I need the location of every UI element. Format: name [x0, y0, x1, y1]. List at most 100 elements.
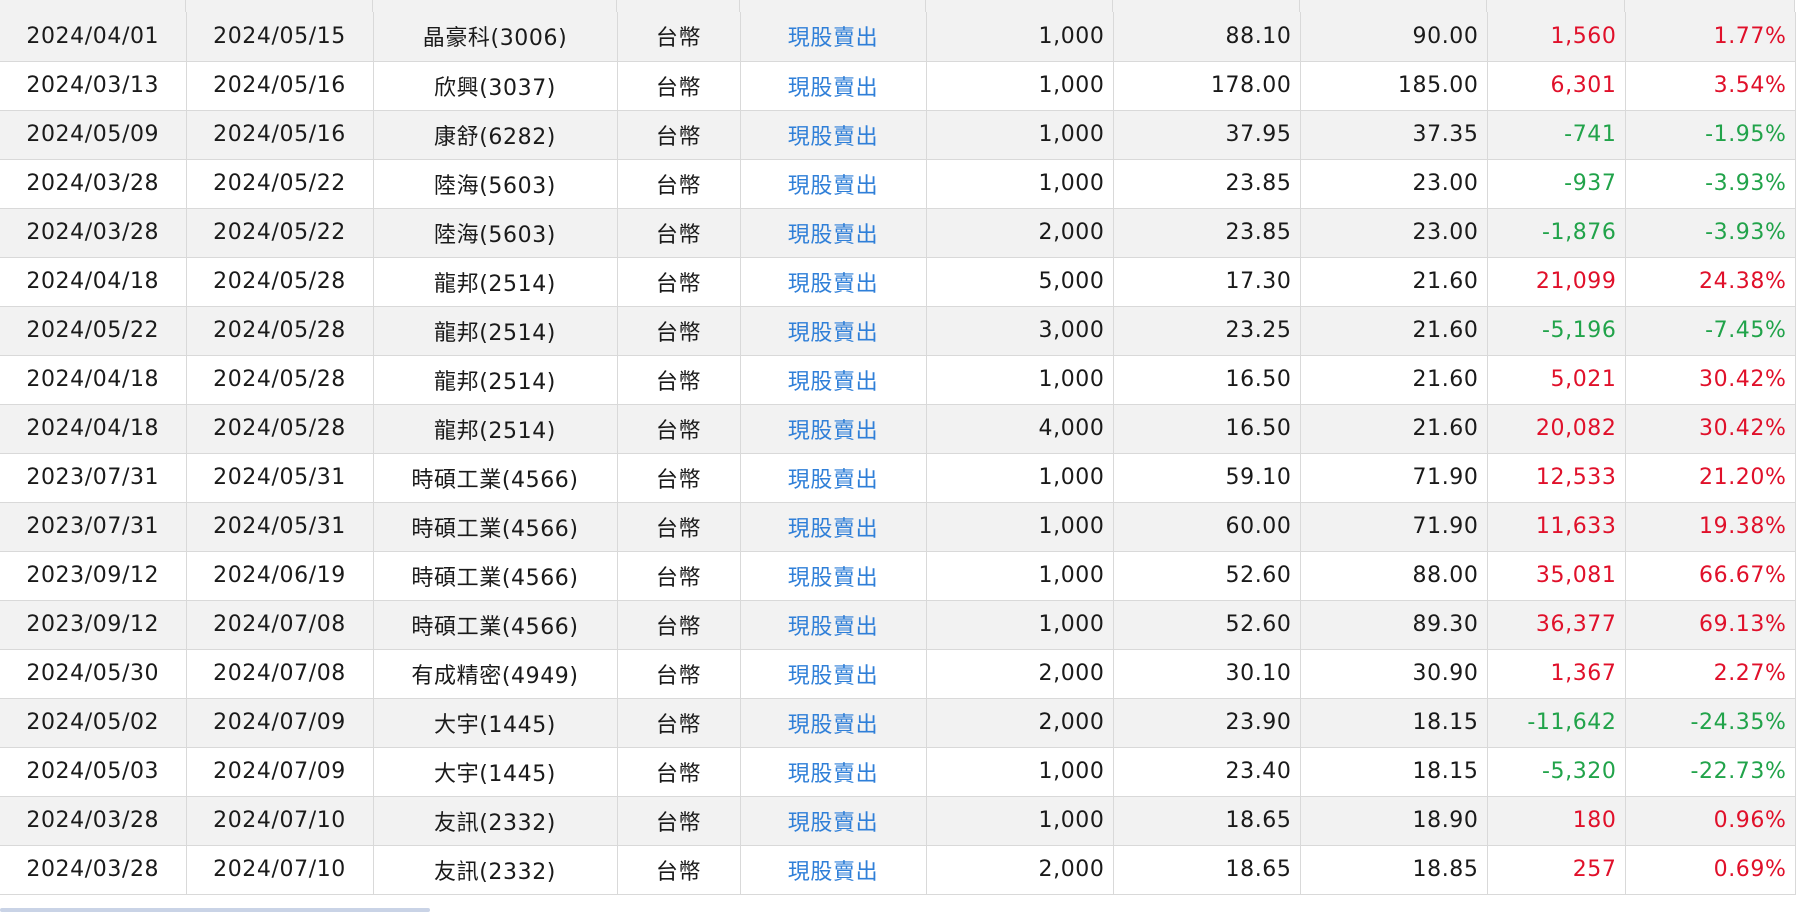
buy-price-cell: 23.25 [1113, 306, 1301, 356]
sell-date-cell: 2024/05/31 [186, 502, 374, 552]
shares-cell: 5,000 [926, 257, 1114, 307]
trade-type-link[interactable]: 現股賣出 [740, 257, 927, 307]
table-row[interactable]: 2024/04/01 2024/05/15 晶豪科(3006) 台幣 現股賣出 1,000… [0, 12, 1796, 62]
pnl-cell: 257 [1487, 845, 1626, 895]
stock-name-cell: 時碩工業(4566) [373, 453, 618, 503]
pnl-cell: 35,081 [1487, 551, 1626, 601]
table-row[interactable]: 2024/03/28 2024/07/10 友訊(2332) 台幣 現股賣出 1,000 1… [0, 796, 1796, 846]
trade-type-link[interactable]: 現股賣出 [740, 649, 927, 699]
sell-date-cell: 2024/05/28 [186, 306, 374, 356]
currency-cell: 台幣 [617, 502, 741, 552]
return-cell: 30.42% [1625, 355, 1796, 405]
buy-price-cell: 16.50 [1113, 355, 1301, 405]
currency-cell: 台幣 [617, 404, 741, 454]
currency-cell: 台幣 [617, 747, 741, 797]
buy-price-cell: 18.65 [1113, 796, 1301, 846]
trade-type-link[interactable]: 現股賣出 [740, 698, 927, 748]
trade-type-link[interactable]: 現股賣出 [740, 208, 927, 258]
trade-type-link[interactable]: 現股賣出 [740, 110, 927, 160]
stock-name-cell: 時碩工業(4566) [373, 600, 618, 650]
table-row[interactable]: 2023/07/31 2024/05/31 時碩工業(4566) 台幣 現股賣出 1,00… [0, 502, 1796, 552]
table-row[interactable]: 2024/05/02 2024/07/09 大宇(1445) 台幣 現股賣出 2,000 2… [0, 698, 1796, 748]
sell-price-cell: 18.90 [1300, 796, 1488, 846]
buy-date-cell: 2024/03/13 [0, 61, 187, 111]
table-row[interactable]: 2023/07/31 2024/05/31 時碩工業(4566) 台幣 現股賣出 1,00… [0, 453, 1796, 503]
table-row[interactable]: 2024/04/18 2024/05/28 龍邦(2514) 台幣 現股賣出 1,000 1… [0, 355, 1796, 405]
sell-price-cell: 18.85 [1300, 845, 1488, 895]
currency-cell: 台幣 [617, 551, 741, 601]
shares-cell: 1,000 [926, 61, 1114, 111]
buy-date-cell: 2024/05/02 [0, 698, 187, 748]
table-row[interactable]: 2024/03/28 2024/07/10 友訊(2332) 台幣 現股賣出 2,000 1… [0, 845, 1796, 895]
stock-name-cell: 大宇(1445) [373, 698, 618, 748]
return-cell: 19.38% [1625, 502, 1796, 552]
currency-cell: 台幣 [617, 306, 741, 356]
sell-date-cell: 2024/07/08 [186, 649, 374, 699]
table-row[interactable]: 2024/04/18 2024/05/28 龍邦(2514) 台幣 現股賣出 5,000 1… [0, 257, 1796, 307]
sell-price-cell: 185.00 [1300, 61, 1488, 111]
buy-date-cell: 2024/04/18 [0, 404, 187, 454]
return-cell: 2.27% [1625, 649, 1796, 699]
pnl-cell: 5,021 [1487, 355, 1626, 405]
shares-cell: 1,000 [926, 453, 1114, 503]
sell-date-cell: 2024/05/16 [186, 110, 374, 160]
pnl-cell: 6,301 [1487, 61, 1626, 111]
trade-type-link[interactable]: 現股賣出 [740, 600, 927, 650]
table-row[interactable]: 2024/05/22 2024/05/28 龍邦(2514) 台幣 現股賣出 3,000 2… [0, 306, 1796, 356]
sell-date-cell: 2024/07/09 [186, 698, 374, 748]
pnl-cell: -937 [1487, 159, 1626, 209]
return-cell: 30.42% [1625, 404, 1796, 454]
shares-cell: 2,000 [926, 845, 1114, 895]
realized-pnl-table: 2024/04/01 2024/05/15 晶豪科(3006) 台幣 現股賣出 1,000… [0, 12, 1796, 895]
horizontal-scrollbar[interactable] [0, 908, 430, 912]
trade-type-link[interactable]: 現股賣出 [740, 12, 927, 62]
shares-cell: 2,000 [926, 208, 1114, 258]
trade-type-link[interactable]: 現股賣出 [740, 796, 927, 846]
return-cell: -22.73% [1625, 747, 1796, 797]
table-row[interactable]: 2024/05/03 2024/07/09 大宇(1445) 台幣 現股賣出 1,000 2… [0, 747, 1796, 797]
sell-price-cell: 21.60 [1300, 257, 1488, 307]
sell-price-cell: 71.90 [1300, 453, 1488, 503]
table-row[interactable]: 2023/09/12 2024/07/08 時碩工業(4566) 台幣 現股賣出 1,00… [0, 600, 1796, 650]
return-cell: -24.35% [1625, 698, 1796, 748]
table-row[interactable]: 2024/03/13 2024/05/16 欣興(3037) 台幣 現股賣出 1,000 1… [0, 61, 1796, 111]
sell-date-cell: 2024/05/16 [186, 61, 374, 111]
buy-date-cell: 2024/03/28 [0, 208, 187, 258]
table-row[interactable]: 2024/03/28 2024/05/22 陸海(5603) 台幣 現股賣出 2,000 2… [0, 208, 1796, 258]
table-row[interactable]: 2024/04/18 2024/05/28 龍邦(2514) 台幣 現股賣出 4,000 1… [0, 404, 1796, 454]
buy-date-cell: 2023/07/31 [0, 502, 187, 552]
currency-cell: 台幣 [617, 257, 741, 307]
trade-type-link[interactable]: 現股賣出 [740, 453, 927, 503]
pnl-cell: -1,876 [1487, 208, 1626, 258]
currency-cell: 台幣 [617, 649, 741, 699]
trade-type-link[interactable]: 現股賣出 [740, 355, 927, 405]
table-row[interactable]: 2024/03/28 2024/05/22 陸海(5603) 台幣 現股賣出 1,000 2… [0, 159, 1796, 209]
stock-name-cell: 龍邦(2514) [373, 306, 618, 356]
buy-price-cell: 37.95 [1113, 110, 1301, 160]
trade-type-link[interactable]: 現股賣出 [740, 747, 927, 797]
buy-date-cell: 2024/03/28 [0, 845, 187, 895]
trade-type-link[interactable]: 現股賣出 [740, 306, 927, 356]
currency-cell: 台幣 [617, 845, 741, 895]
sell-price-cell: 23.00 [1300, 159, 1488, 209]
table-row[interactable]: 2024/05/09 2024/05/16 康舒(6282) 台幣 現股賣出 1,000 3… [0, 110, 1796, 160]
pnl-cell: -11,642 [1487, 698, 1626, 748]
trade-type-link[interactable]: 現股賣出 [740, 61, 927, 111]
currency-cell: 台幣 [617, 61, 741, 111]
trade-type-link[interactable]: 現股賣出 [740, 502, 927, 552]
stock-name-cell: 時碩工業(4566) [373, 551, 618, 601]
pnl-cell: 12,533 [1487, 453, 1626, 503]
shares-cell: 1,000 [926, 12, 1114, 62]
sell-price-cell: 71.90 [1300, 502, 1488, 552]
trade-type-link[interactable]: 現股賣出 [740, 551, 927, 601]
trade-type-link[interactable]: 現股賣出 [740, 845, 927, 895]
sell-date-cell: 2024/05/28 [186, 257, 374, 307]
table-row[interactable]: 2024/05/30 2024/07/08 有成精密(4949) 台幣 現股賣出 2,00… [0, 649, 1796, 699]
trade-type-link[interactable]: 現股賣出 [740, 404, 927, 454]
buy-price-cell: 52.60 [1113, 600, 1301, 650]
currency-cell: 台幣 [617, 600, 741, 650]
trade-type-link[interactable]: 現股賣出 [740, 159, 927, 209]
table-row[interactable]: 2023/09/12 2024/06/19 時碩工業(4566) 台幣 現股賣出 1,00… [0, 551, 1796, 601]
sell-price-cell: 18.15 [1300, 747, 1488, 797]
stock-name-cell: 欣興(3037) [373, 61, 618, 111]
